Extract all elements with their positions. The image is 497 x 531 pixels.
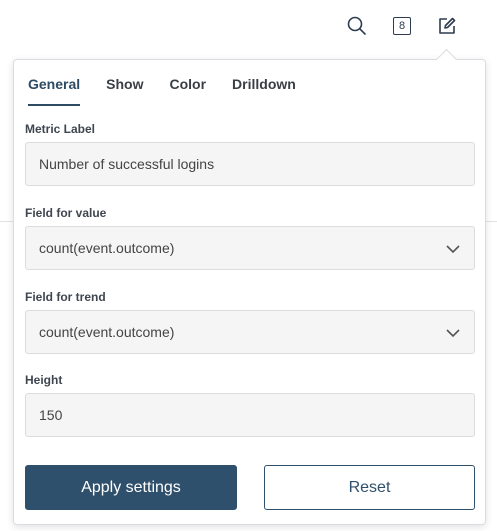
reset-button[interactable]: Reset (264, 465, 475, 510)
edit-icon[interactable] (433, 12, 461, 40)
field-for-trend-selected: count(event.outcome) (39, 324, 175, 340)
count-badge-icon[interactable]: 8 (388, 12, 416, 40)
field-for-value-label: Field for value (25, 206, 107, 220)
chevron-down-icon (446, 245, 460, 254)
height-label: Height (25, 373, 63, 387)
tab-show[interactable]: Show (106, 76, 143, 106)
field-for-value-select[interactable]: count(event.outcome) (25, 226, 475, 270)
chevron-down-icon (446, 329, 460, 338)
height-value: 150 (39, 407, 63, 423)
height-input[interactable]: 150 (25, 393, 475, 437)
field-for-trend-select[interactable]: count(event.outcome) (25, 310, 475, 354)
field-for-trend-label: Field for trend (25, 290, 106, 304)
tab-drilldown[interactable]: Drilldown (232, 76, 296, 106)
metric-label-value: Number of successful logins (39, 156, 215, 172)
settings-popover: General Show Color Drilldown Metric Labe… (13, 59, 486, 525)
search-icon[interactable] (343, 12, 371, 40)
count-badge: 8 (393, 17, 411, 35)
metric-label-label: Metric Label (25, 122, 96, 136)
apply-settings-button[interactable]: Apply settings (25, 465, 237, 510)
tab-color[interactable]: Color (169, 76, 206, 106)
settings-tabs: General Show Color Drilldown (28, 76, 322, 106)
tab-general[interactable]: General (28, 76, 81, 106)
field-for-value-selected: count(event.outcome) (39, 240, 175, 256)
metric-label-input[interactable]: Number of successful logins (25, 142, 475, 186)
